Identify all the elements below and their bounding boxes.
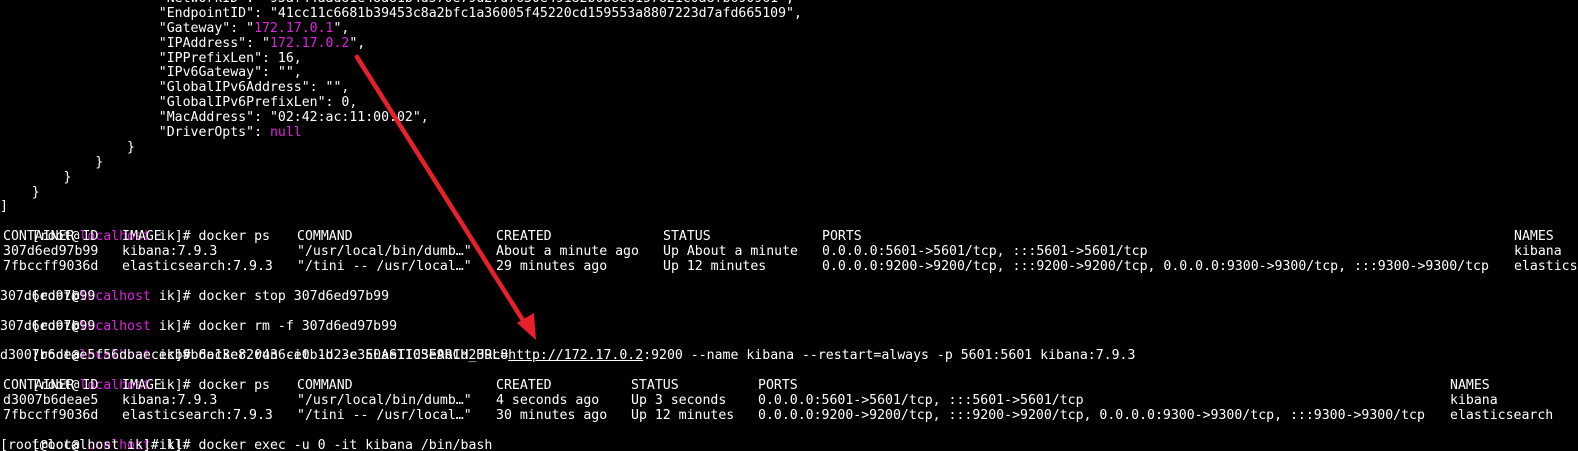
- terminal-window[interactable]: "NetworkID": "95af44aad81e48a81b4d570e79…: [0, 0, 1578, 451]
- json-text: "GlobalIPv6Address": "",: [0, 80, 350, 96]
- column-header-ports: PORTS: [822, 229, 862, 245]
- rm-output: 307d6ed97b99: [0, 318, 96, 334]
- cell-container-id: 7fbccff9036d: [3, 407, 99, 423]
- cell-image: elasticsearch:7.9.3: [122, 259, 273, 275]
- json-line: ]: [0, 200, 1578, 215]
- cell-container-id: 307d6ed97b99: [3, 244, 99, 260]
- json-line: }: [0, 139, 1578, 156]
- column-header-status: STATUS: [631, 378, 679, 394]
- run-output: d3007b6deae5f56dbaececb9b6a13e820436ce0b…: [0, 348, 509, 364]
- command-output: d3007b6deae5f56dbaececb9b6a13e820436ce0b…: [0, 348, 1578, 364]
- cell-names: kibana: [1450, 393, 1498, 409]
- table-row: 7fbccff9036d elasticsearch:7.9.3 "/tini --…: [0, 407, 1578, 424]
- json-text: "IPAddress": ": [0, 35, 270, 51]
- cell-status: Up 12 minutes: [631, 407, 735, 423]
- table-row: 307d6ed97b99 kibana:7.9.3 "/usr/local/bin/…: [0, 244, 1578, 260]
- cell-command: "/tini -- /usr/local…": [297, 407, 472, 423]
- prompt-line: [root@localhost ik]# docker rm -f 307d6e…: [0, 305, 1578, 334]
- cell-container-id: d3007b6deae5: [3, 393, 99, 409]
- json-text: "DriverOpts":: [0, 125, 270, 141]
- json-text: ]: [0, 199, 8, 215]
- json-output: "NetworkID": "95af44aad81e48a81b4d570e79…: [0, 0, 1578, 215]
- column-header-container-id: CONTAINER ID: [3, 378, 99, 394]
- column-header-command: COMMAND: [297, 229, 353, 245]
- prompt-line: [root@localhost ik]# docker ps: [0, 364, 1578, 393]
- cell-status: Up 12 minutes: [663, 259, 767, 275]
- command-output: 307d6ed97b99: [0, 288, 1578, 305]
- json-text: "MacAddress": "02:42:ac:11:00:02",: [0, 110, 429, 126]
- cell-ports: 0.0.0.0:9200->9200/tcp, :::9200->9200/tc…: [758, 407, 1425, 423]
- prompt-line: [root@localhost ik]# docker run -it -d -…: [0, 334, 1578, 363]
- cell-image: kibana:7.9.3: [122, 244, 218, 260]
- cell-image: elasticsearch:7.9.3: [122, 407, 273, 423]
- json-line: "DriverOpts": null: [0, 125, 1578, 141]
- column-header-names: NAMES: [1450, 378, 1490, 394]
- cell-created: About a minute ago: [496, 244, 639, 260]
- cell-created: 4 seconds ago: [496, 393, 600, 409]
- cell-names: kibana: [1514, 244, 1562, 260]
- column-header-status: STATUS: [663, 229, 711, 245]
- cell-command: "/tini -- /usr/local…": [297, 259, 472, 275]
- json-text: }: [0, 139, 135, 155]
- json-line: "GlobalIPv6PrefixLen": 0,: [0, 95, 1578, 111]
- prompt-line: [root@localhost ik]# docker ps: [0, 215, 1578, 244]
- cell-created: 30 minutes ago: [496, 407, 608, 423]
- cell-image: kibana:7.9.3: [122, 393, 218, 409]
- json-text: }: [0, 169, 72, 185]
- stop-output: 307d6ed97b99: [0, 288, 96, 304]
- table-row: 7fbccff9036d elasticsearch:7.9.3 "/tini --…: [0, 259, 1578, 275]
- json-text: "GlobalIPv6PrefixLen": 0,: [0, 95, 358, 111]
- json-line: }: [0, 154, 1578, 171]
- json-line: "IPv6Gateway": "",: [0, 66, 1578, 81]
- json-line: "IPPrefixLen": 16,: [0, 50, 1578, 67]
- json-text: ",: [333, 20, 350, 36]
- json-text: 172.17.0.2: [269, 35, 350, 51]
- column-header-ports: PORTS: [758, 378, 798, 394]
- json-line: "GlobalIPv6Address": "",: [0, 80, 1578, 96]
- table-header: CONTAINER ID IMAGE COMMAND CREATED STATUS POR…: [0, 378, 1578, 394]
- column-header-names: NAMES: [1514, 229, 1554, 245]
- json-line: "EndpointID": "41cc11c6681b39453c8a2bfc1…: [0, 5, 1578, 22]
- json-text: "Gateway": ": [0, 20, 255, 36]
- json-text: 172.17.0.1: [254, 20, 334, 36]
- cell-command: "/usr/local/bin/dumb…": [297, 244, 472, 260]
- json-text: ",: [349, 35, 366, 51]
- cell-command: "/usr/local/bin/dumb…": [297, 393, 472, 409]
- json-text: "IPPrefixLen": 16,: [0, 50, 302, 66]
- cell-names: elasticsearch: [1450, 407, 1554, 423]
- json-line: "IPAddress": "172.17.0.2",: [0, 35, 1578, 52]
- column-header-image: IMAGE: [122, 229, 162, 245]
- json-text: }: [0, 154, 104, 170]
- command-output: 307d6ed97b99: [0, 318, 1578, 335]
- column-header-image: IMAGE: [122, 378, 162, 394]
- cell-ports: 0.0.0.0:9200->9200/tcp, :::9200->9200/tc…: [822, 259, 1489, 275]
- json-text: }: [0, 184, 40, 200]
- json-line: }: [0, 169, 1578, 186]
- json-text: "IPv6Gateway": "",: [0, 65, 302, 81]
- column-header-created: CREATED: [496, 378, 552, 394]
- cell-ports: 0.0.0.0:5601->5601/tcp, :::5601->5601/tc…: [758, 393, 1084, 409]
- column-header-command: COMMAND: [297, 378, 353, 394]
- json-line: "Gateway": "172.17.0.1",: [0, 20, 1578, 37]
- json-line: "MacAddress": "02:42:ac:11:00:02",: [0, 110, 1578, 126]
- partial-line: [root@localhost ik]# ll: [0, 437, 1578, 451]
- cell-status: Up About a minute: [663, 244, 798, 260]
- cell-ports: 0.0.0.0:5601->5601/tcp, :::5601->5601/tc…: [822, 244, 1148, 260]
- table-row: d3007b6deae5 kibana:7.9.3 "/usr/local/bin/…: [0, 393, 1578, 409]
- json-text: null: [269, 125, 302, 141]
- json-line: }: [0, 184, 1578, 201]
- json-text: "EndpointID": "41cc11c6681b39453c8a2bfc1…: [0, 5, 802, 21]
- cell-created: 29 minutes ago: [496, 259, 608, 275]
- column-header-container-id: CONTAINER ID: [3, 229, 99, 245]
- prompt-line: [root@localhost ik]# docker stop 307d6ed…: [0, 275, 1578, 304]
- cell-names: elasticsearch: [1514, 259, 1578, 275]
- prompt-line: [root@localhost ik]# docker exec -u 0 -i…: [0, 424, 1578, 451]
- table-header: CONTAINER ID IMAGE COMMAND CREATED STATUS POR…: [0, 229, 1578, 245]
- cell-status: Up 3 seconds: [631, 393, 727, 409]
- column-header-created: CREATED: [496, 229, 552, 245]
- cell-container-id: 7fbccff9036d: [3, 259, 99, 275]
- partial-text: [root@localhost ik]# ll: [0, 437, 183, 451]
